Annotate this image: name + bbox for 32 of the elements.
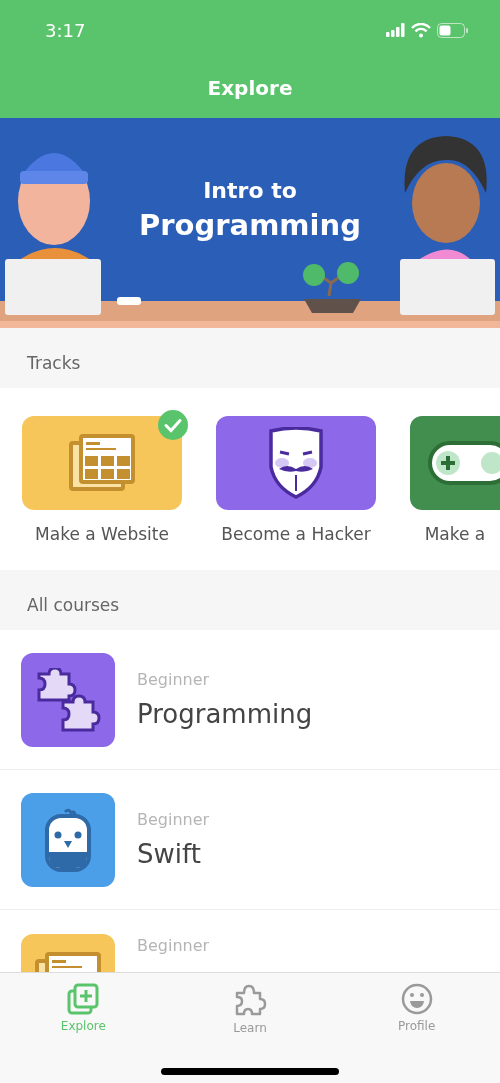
section-heading: Tracks [27,353,81,373]
track-title: Make a [424,524,486,544]
course-row[interactable]: Beginner Programming [0,630,500,770]
bird-icon [45,807,91,872]
website-icon [68,434,136,492]
screen-title: Explore [207,76,293,100]
battery-icon [437,22,468,38]
course-level: Beginner [137,936,210,955]
tab-bar-item[interactable]: Profile [333,973,500,1043]
signal-icon [386,23,405,37]
course-row[interactable]: Beginner Swift [0,770,500,910]
smiley-icon [400,983,433,1015]
gamepad-icon [428,439,500,487]
track-card[interactable] [22,416,182,510]
banner-subtitle: Intro to [203,177,297,205]
track-title: Make a Website [35,524,169,544]
status-time: 3:17 [45,19,86,41]
banner-title: Programming [139,207,361,244]
wifi-icon [411,22,431,38]
mask-icon [267,427,325,499]
section-heading: All courses [27,595,120,615]
track-title: Become a Hacker [221,524,371,544]
puzzle-icon [35,667,101,732]
track-card[interactable] [216,416,376,510]
tab-bar-item[interactable]: Learn [166,973,334,1043]
course-title: Programming [137,699,313,729]
tab-bar-item[interactable]: Explore [0,973,167,1043]
puzzle-icon [233,983,267,1017]
explore-icon [67,983,100,1015]
course-title: Swift [137,839,202,869]
course-level: Beginner [137,810,210,829]
course-level: Beginner [137,670,211,689]
